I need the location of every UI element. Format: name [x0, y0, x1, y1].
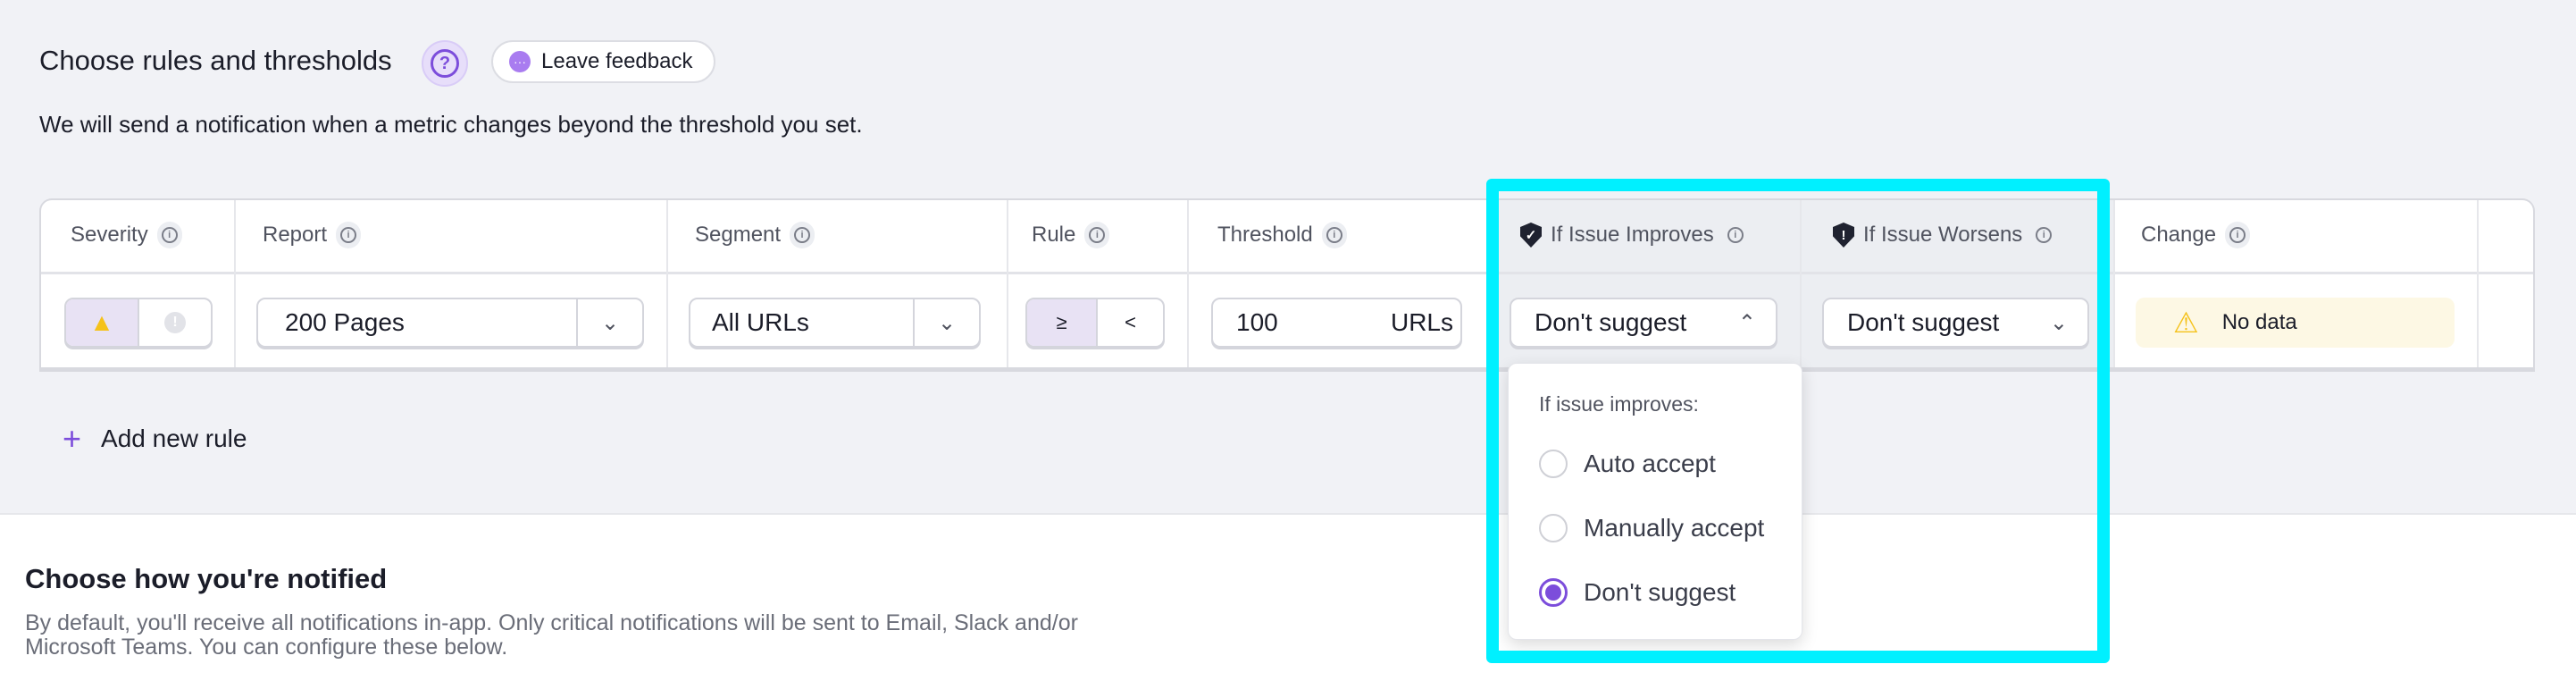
column-threshold: Threshold i	[1217, 222, 1347, 248]
page-title: Choose rules and thresholds	[39, 45, 392, 76]
threshold-unit: URLs	[1390, 308, 1453, 336]
rules-table: Severity i Report i Segment i Rule i Thresho…	[39, 198, 2535, 372]
notify-title: Choose how you're notified	[25, 563, 388, 594]
rule-lt-option[interactable]: <	[1098, 299, 1163, 346]
info-icon[interactable]: i	[2225, 222, 2251, 248]
info-icon[interactable]: i	[790, 222, 815, 248]
segment-select[interactable]: All URLs ⌄	[689, 298, 981, 348]
highlight-frame	[1486, 179, 2110, 663]
info-icon[interactable]: i	[1084, 222, 1110, 248]
help-button[interactable]: ?	[422, 40, 468, 87]
threshold-input[interactable]: 100 URLs	[1211, 298, 1462, 348]
plus-icon: +	[63, 420, 82, 457]
rule-toggle[interactable]: ≥ <	[1025, 298, 1165, 348]
change-badge: ⚠ No data	[2136, 298, 2455, 348]
add-new-rule-button[interactable]: + Add new rule	[63, 420, 247, 458]
column-severity: Severity i	[71, 222, 182, 248]
severity-critical-option[interactable]: !	[139, 299, 211, 346]
column-segment: Segment i	[695, 222, 815, 248]
info-icon[interactable]: i	[1321, 222, 1347, 248]
leave-feedback-button[interactable]: ··· Leave feedback	[491, 40, 716, 83]
column-change: Change i	[2141, 222, 2251, 248]
warning-icon: ⚠	[2173, 307, 2199, 339]
notify-description: By default, you'll receive all notificat…	[25, 610, 1078, 660]
warning-icon: ▲	[89, 308, 114, 336]
chevron-down-icon: ⌄	[913, 299, 979, 346]
info-icon[interactable]: i	[336, 222, 362, 248]
column-report: Report i	[263, 222, 362, 248]
severity-toggle[interactable]: ▲ !	[64, 298, 213, 348]
chevron-down-icon: ⌄	[576, 299, 642, 346]
chat-bubble-icon: ···	[509, 51, 531, 72]
severity-warning-option[interactable]: ▲	[66, 299, 139, 346]
question-icon: ?	[431, 49, 459, 78]
feedback-label: Leave feedback	[541, 49, 693, 73]
info-icon[interactable]: i	[156, 222, 182, 248]
column-rule: Rule i	[1032, 222, 1110, 248]
rule-gte-option[interactable]: ≥	[1027, 299, 1098, 346]
report-select[interactable]: 200 Pages ⌄	[256, 298, 644, 348]
critical-icon: !	[164, 312, 186, 333]
subtitle: We will send a notification when a metri…	[39, 111, 863, 138]
